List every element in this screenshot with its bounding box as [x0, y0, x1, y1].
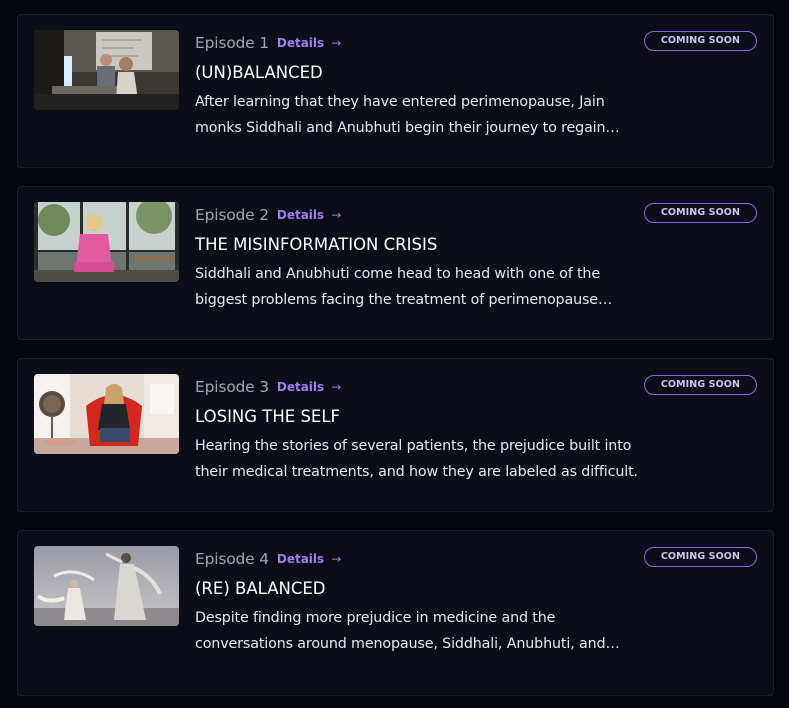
episode-description: Hearing the stories of several patients,…	[195, 438, 638, 480]
episode-number: Episode 4	[195, 550, 269, 568]
arrow-right-icon: →	[331, 36, 342, 50]
details-label: Details	[276, 380, 325, 394]
episode-4-info: Episode 4 Details → (RE) BALANCED Despit…	[195, 546, 640, 657]
episode-number: Episode 1	[195, 34, 269, 52]
details-link[interactable]: Details →	[277, 380, 341, 394]
episode-list: Episode 1 Details → (UN)BALANCED After l…	[0, 0, 789, 708]
red-chair-interview-thumbnail-icon	[34, 374, 179, 454]
interview-window-thumbnail-icon	[34, 202, 179, 282]
episode-title: THE MISINFORMATION CRISIS	[195, 235, 438, 254]
episode-card-2[interactable]: Episode 2 Details → THE MISINFORMATION C…	[17, 186, 774, 340]
episode-2-thumbnail[interactable]	[34, 202, 179, 282]
episode-title: (UN)BALANCED	[195, 63, 323, 82]
episode-3-header: Episode 3 Details →	[195, 374, 640, 400]
episode-title: LOSING THE SELF	[195, 407, 341, 426]
details-link[interactable]: Details →	[277, 36, 341, 50]
dancers-thumbnail-icon	[34, 546, 179, 626]
episode-3-info: Episode 3 Details → LOSING THE SELF Hear…	[195, 374, 640, 485]
details-label: Details	[276, 208, 325, 222]
arrow-right-icon: →	[331, 380, 342, 394]
office-scene-thumbnail-icon	[34, 30, 179, 110]
episode-title: (RE) BALANCED	[195, 579, 326, 598]
episode-1-thumbnail[interactable]	[34, 30, 179, 110]
episode-card-3[interactable]: Episode 3 Details → LOSING THE SELF Hear…	[17, 358, 774, 512]
coming-soon-badge: COMING SOON	[643, 547, 757, 567]
coming-soon-badge: COMING SOON	[643, 31, 757, 51]
episode-description: Despite finding more prejudice in medici…	[195, 610, 606, 652]
episode-number: Episode 2	[195, 206, 269, 224]
coming-soon-badge: COMING SOON	[643, 203, 757, 223]
episode-card-4[interactable]: Episode 4 Details → (RE) BALANCED Despit…	[17, 530, 774, 696]
episode-1-info: Episode 1 Details → (UN)BALANCED After l…	[195, 30, 640, 141]
details-label: Details	[276, 36, 325, 50]
details-label: Details	[276, 552, 325, 566]
details-link[interactable]: Details →	[277, 208, 341, 222]
episode-4-thumbnail[interactable]	[34, 546, 179, 626]
episode-1-header: Episode 1 Details →	[195, 30, 640, 56]
details-link[interactable]: Details →	[277, 552, 341, 566]
episode-4-header: Episode 4 Details →	[195, 546, 640, 572]
episode-3-thumbnail[interactable]	[34, 374, 179, 454]
episode-2-header: Episode 2 Details →	[195, 202, 640, 228]
episode-description: Siddhali and Anubhuti come head to head …	[195, 266, 600, 308]
episode-number: Episode 3	[195, 378, 269, 396]
arrow-right-icon: →	[331, 208, 342, 222]
coming-soon-badge: COMING SOON	[643, 375, 757, 395]
episode-card-1[interactable]: Episode 1 Details → (UN)BALANCED After l…	[17, 14, 774, 168]
arrow-right-icon: →	[331, 552, 342, 566]
episode-2-info: Episode 2 Details → THE MISINFORMATION C…	[195, 202, 640, 313]
episode-description: After learning that they have entered pe…	[195, 94, 606, 136]
